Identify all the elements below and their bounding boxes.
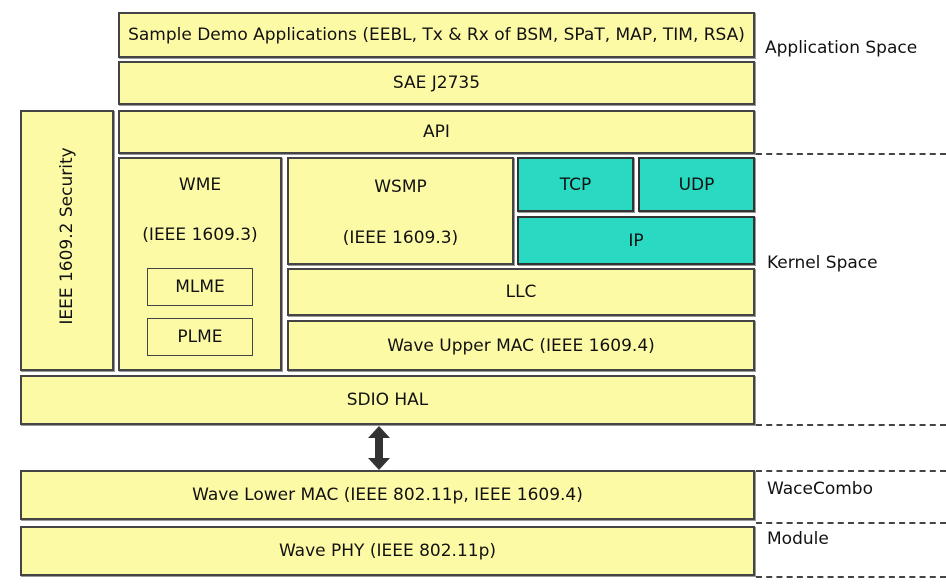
wacecombo-upper-divider [756, 470, 946, 472]
ip-label: IP [628, 230, 644, 251]
sdio-hal-label: SDIO HAL [346, 390, 429, 410]
wave-phy-block: Wave PHY (IEEE 802.11p) [20, 526, 755, 576]
wme-label: WME [178, 175, 222, 195]
wave-phy-label: Wave PHY (IEEE 802.11p) [278, 541, 497, 561]
sample-demo-applications-block: Sample Demo Applications (EEBL, Tx & Rx … [118, 12, 755, 58]
application-kernel-divider [756, 153, 946, 155]
wacecombo-label: WaceCombo [767, 479, 873, 499]
sae-j2735-label: SAE J2735 [392, 73, 481, 93]
llc-block: LLC [287, 268, 755, 316]
module-bottom-divider [756, 576, 946, 578]
mlme-block: MLME [147, 268, 253, 306]
udp-block: UDP [638, 157, 755, 212]
module-label: Module [767, 529, 829, 549]
api-label: API [423, 122, 450, 142]
ip-block: IP [517, 216, 755, 265]
mlme-label: MLME [175, 277, 225, 297]
ieee-1609-2-security-label: IEEE 1609.2 Security [57, 147, 77, 325]
wsmp-label: WSMP [374, 177, 427, 197]
sdio-hal-block: SDIO HAL [20, 375, 755, 425]
wave-lower-mac-label: Wave Lower MAC (IEEE 802.11p, IEEE 1609.… [192, 485, 583, 505]
llc-label: LLC [505, 282, 537, 302]
bidirectional-arrow-icon [368, 426, 390, 470]
api-block: API [118, 110, 755, 154]
tcp-block: TCP [517, 157, 634, 212]
application-space-label: Application Space [765, 38, 918, 58]
wacecombo-module-divider [756, 522, 946, 524]
wave-upper-mac-block: Wave Upper MAC (IEEE 1609.4) [287, 320, 755, 371]
sae-j2735-block: SAE J2735 [118, 61, 755, 105]
wave-upper-mac-label: Wave Upper MAC (IEEE 1609.4) [387, 335, 655, 356]
wave-lower-mac-block: Wave Lower MAC (IEEE 802.11p, IEEE 1609.… [20, 470, 755, 520]
plme-block: PLME [147, 318, 253, 356]
wme-standard-label: (IEEE 1609.3) [142, 225, 258, 245]
wsmp-standard-label: (IEEE 1609.3) [342, 228, 459, 248]
kernel-space-label: Kernel Space [767, 253, 878, 273]
sample-demo-applications-label: Sample Demo Applications (EEBL, Tx & Rx … [128, 25, 745, 45]
udp-label: UDP [678, 174, 715, 195]
plme-label: PLME [177, 327, 223, 347]
wsmp-block [287, 157, 514, 265]
kernel-space-lower-divider [756, 424, 946, 426]
tcp-label: TCP [559, 174, 592, 195]
